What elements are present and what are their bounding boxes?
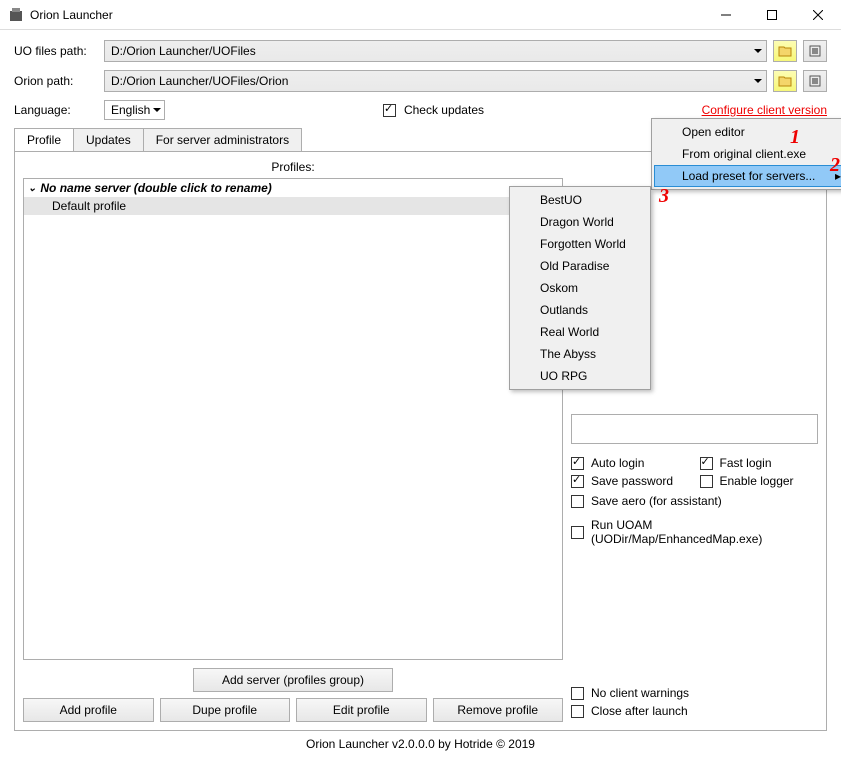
profile-node[interactable]: Default profile bbox=[24, 197, 562, 215]
no-client-warnings-label: No client warnings bbox=[591, 686, 689, 700]
preset-item[interactable]: BestUO bbox=[512, 189, 648, 211]
run-uoam-checkbox[interactable] bbox=[571, 526, 584, 539]
preset-item[interactable]: Old Paradise bbox=[512, 255, 648, 277]
minimize-button[interactable] bbox=[703, 0, 749, 30]
enable-logger-label: Enable logger bbox=[720, 474, 794, 488]
server-header-label: No name server (double click to rename) bbox=[40, 181, 271, 195]
profile-label: Default profile bbox=[52, 199, 126, 213]
server-presets-menu: BestUO Dragon World Forgotten World Old … bbox=[509, 186, 651, 390]
annotation-1: 1 bbox=[790, 126, 800, 149]
dropdown-arrow-icon bbox=[754, 74, 762, 88]
dropdown-arrow-icon bbox=[153, 103, 161, 117]
close-button[interactable] bbox=[795, 0, 841, 30]
app-icon bbox=[8, 7, 24, 23]
uo-path-open-button[interactable] bbox=[803, 40, 827, 62]
preset-item[interactable]: Oskom bbox=[512, 277, 648, 299]
maximize-button[interactable] bbox=[749, 0, 795, 30]
orion-path-input[interactable]: D:/Orion Launcher/UOFiles/Orion bbox=[104, 70, 767, 92]
fast-login-label: Fast login bbox=[720, 456, 772, 470]
orion-path-browse-button[interactable] bbox=[773, 70, 797, 92]
run-uoam-label: Run UOAM (UODir/Map/EnhancedMap.exe) bbox=[591, 518, 818, 546]
orion-path-open-button[interactable] bbox=[803, 70, 827, 92]
profiles-tree[interactable]: ⌄ No name server (double click to rename… bbox=[23, 178, 563, 660]
uo-path-input[interactable]: D:/Orion Launcher/UOFiles bbox=[104, 40, 767, 62]
remove-profile-button[interactable]: Remove profile bbox=[433, 698, 564, 722]
language-value: English bbox=[111, 103, 150, 117]
collapse-icon[interactable]: ⌄ bbox=[28, 183, 36, 194]
titlebar: Orion Launcher bbox=[0, 0, 841, 30]
configure-client-link[interactable]: Configure client version bbox=[702, 103, 827, 117]
close-after-launch-label: Close after launch bbox=[591, 704, 688, 718]
configure-context-menu: Open editor From original client.exe Loa… bbox=[651, 118, 841, 190]
auto-login-label: Auto login bbox=[591, 456, 644, 470]
preset-item[interactable]: The Abyss bbox=[512, 343, 648, 365]
preset-item[interactable]: Real World bbox=[512, 321, 648, 343]
menu-open-editor[interactable]: Open editor bbox=[654, 121, 841, 143]
window-title: Orion Launcher bbox=[30, 8, 703, 22]
profiles-heading: Profiles: bbox=[23, 160, 563, 174]
right-panel-box bbox=[571, 414, 818, 444]
preset-item[interactable]: UO RPG bbox=[512, 365, 648, 387]
menu-from-original[interactable]: From original client.exe bbox=[654, 143, 841, 165]
edit-profile-button[interactable]: Edit profile bbox=[296, 698, 427, 722]
check-updates-label: Check updates bbox=[404, 103, 484, 117]
tab-admins[interactable]: For server administrators bbox=[143, 128, 302, 151]
check-updates-checkbox[interactable] bbox=[383, 104, 396, 117]
enable-logger-checkbox[interactable] bbox=[700, 475, 713, 488]
tab-profile[interactable]: Profile bbox=[14, 128, 74, 151]
close-after-launch-checkbox[interactable] bbox=[571, 705, 584, 718]
language-label: Language: bbox=[14, 103, 98, 117]
dupe-profile-button[interactable]: Dupe profile bbox=[160, 698, 291, 722]
uo-path-label: UO files path: bbox=[14, 44, 98, 58]
save-password-label: Save password bbox=[591, 474, 673, 488]
server-node[interactable]: ⌄ No name server (double click to rename… bbox=[24, 179, 562, 197]
menu-load-preset[interactable]: Load preset for servers... ▸ bbox=[654, 165, 841, 187]
annotation-2: 2 bbox=[830, 154, 840, 177]
no-client-warnings-checkbox[interactable] bbox=[571, 687, 584, 700]
preset-item[interactable]: Dragon World bbox=[512, 211, 648, 233]
orion-path-label: Orion path: bbox=[14, 74, 98, 88]
add-profile-button[interactable]: Add profile bbox=[23, 698, 154, 722]
language-select[interactable]: English bbox=[104, 100, 165, 120]
auto-login-checkbox[interactable] bbox=[571, 457, 584, 470]
save-aero-label: Save aero (for assistant) bbox=[591, 494, 722, 508]
tab-content: Profiles: ⌄ No name server (double click… bbox=[14, 151, 827, 731]
save-aero-checkbox[interactable] bbox=[571, 495, 584, 508]
footer-text: Orion Launcher v2.0.0.0 by Hotride © 201… bbox=[14, 731, 827, 757]
dropdown-arrow-icon bbox=[754, 44, 762, 58]
preset-item[interactable]: Outlands bbox=[512, 299, 648, 321]
fast-login-checkbox[interactable] bbox=[700, 457, 713, 470]
save-password-checkbox[interactable] bbox=[571, 475, 584, 488]
uo-path-value: D:/Orion Launcher/UOFiles bbox=[111, 44, 256, 58]
annotation-3: 3 bbox=[659, 185, 669, 208]
orion-path-value: D:/Orion Launcher/UOFiles/Orion bbox=[111, 74, 288, 88]
uo-path-browse-button[interactable] bbox=[773, 40, 797, 62]
preset-item[interactable]: Forgotten World bbox=[512, 233, 648, 255]
tab-updates[interactable]: Updates bbox=[73, 128, 144, 151]
add-server-button[interactable]: Add server (profiles group) bbox=[193, 668, 393, 692]
